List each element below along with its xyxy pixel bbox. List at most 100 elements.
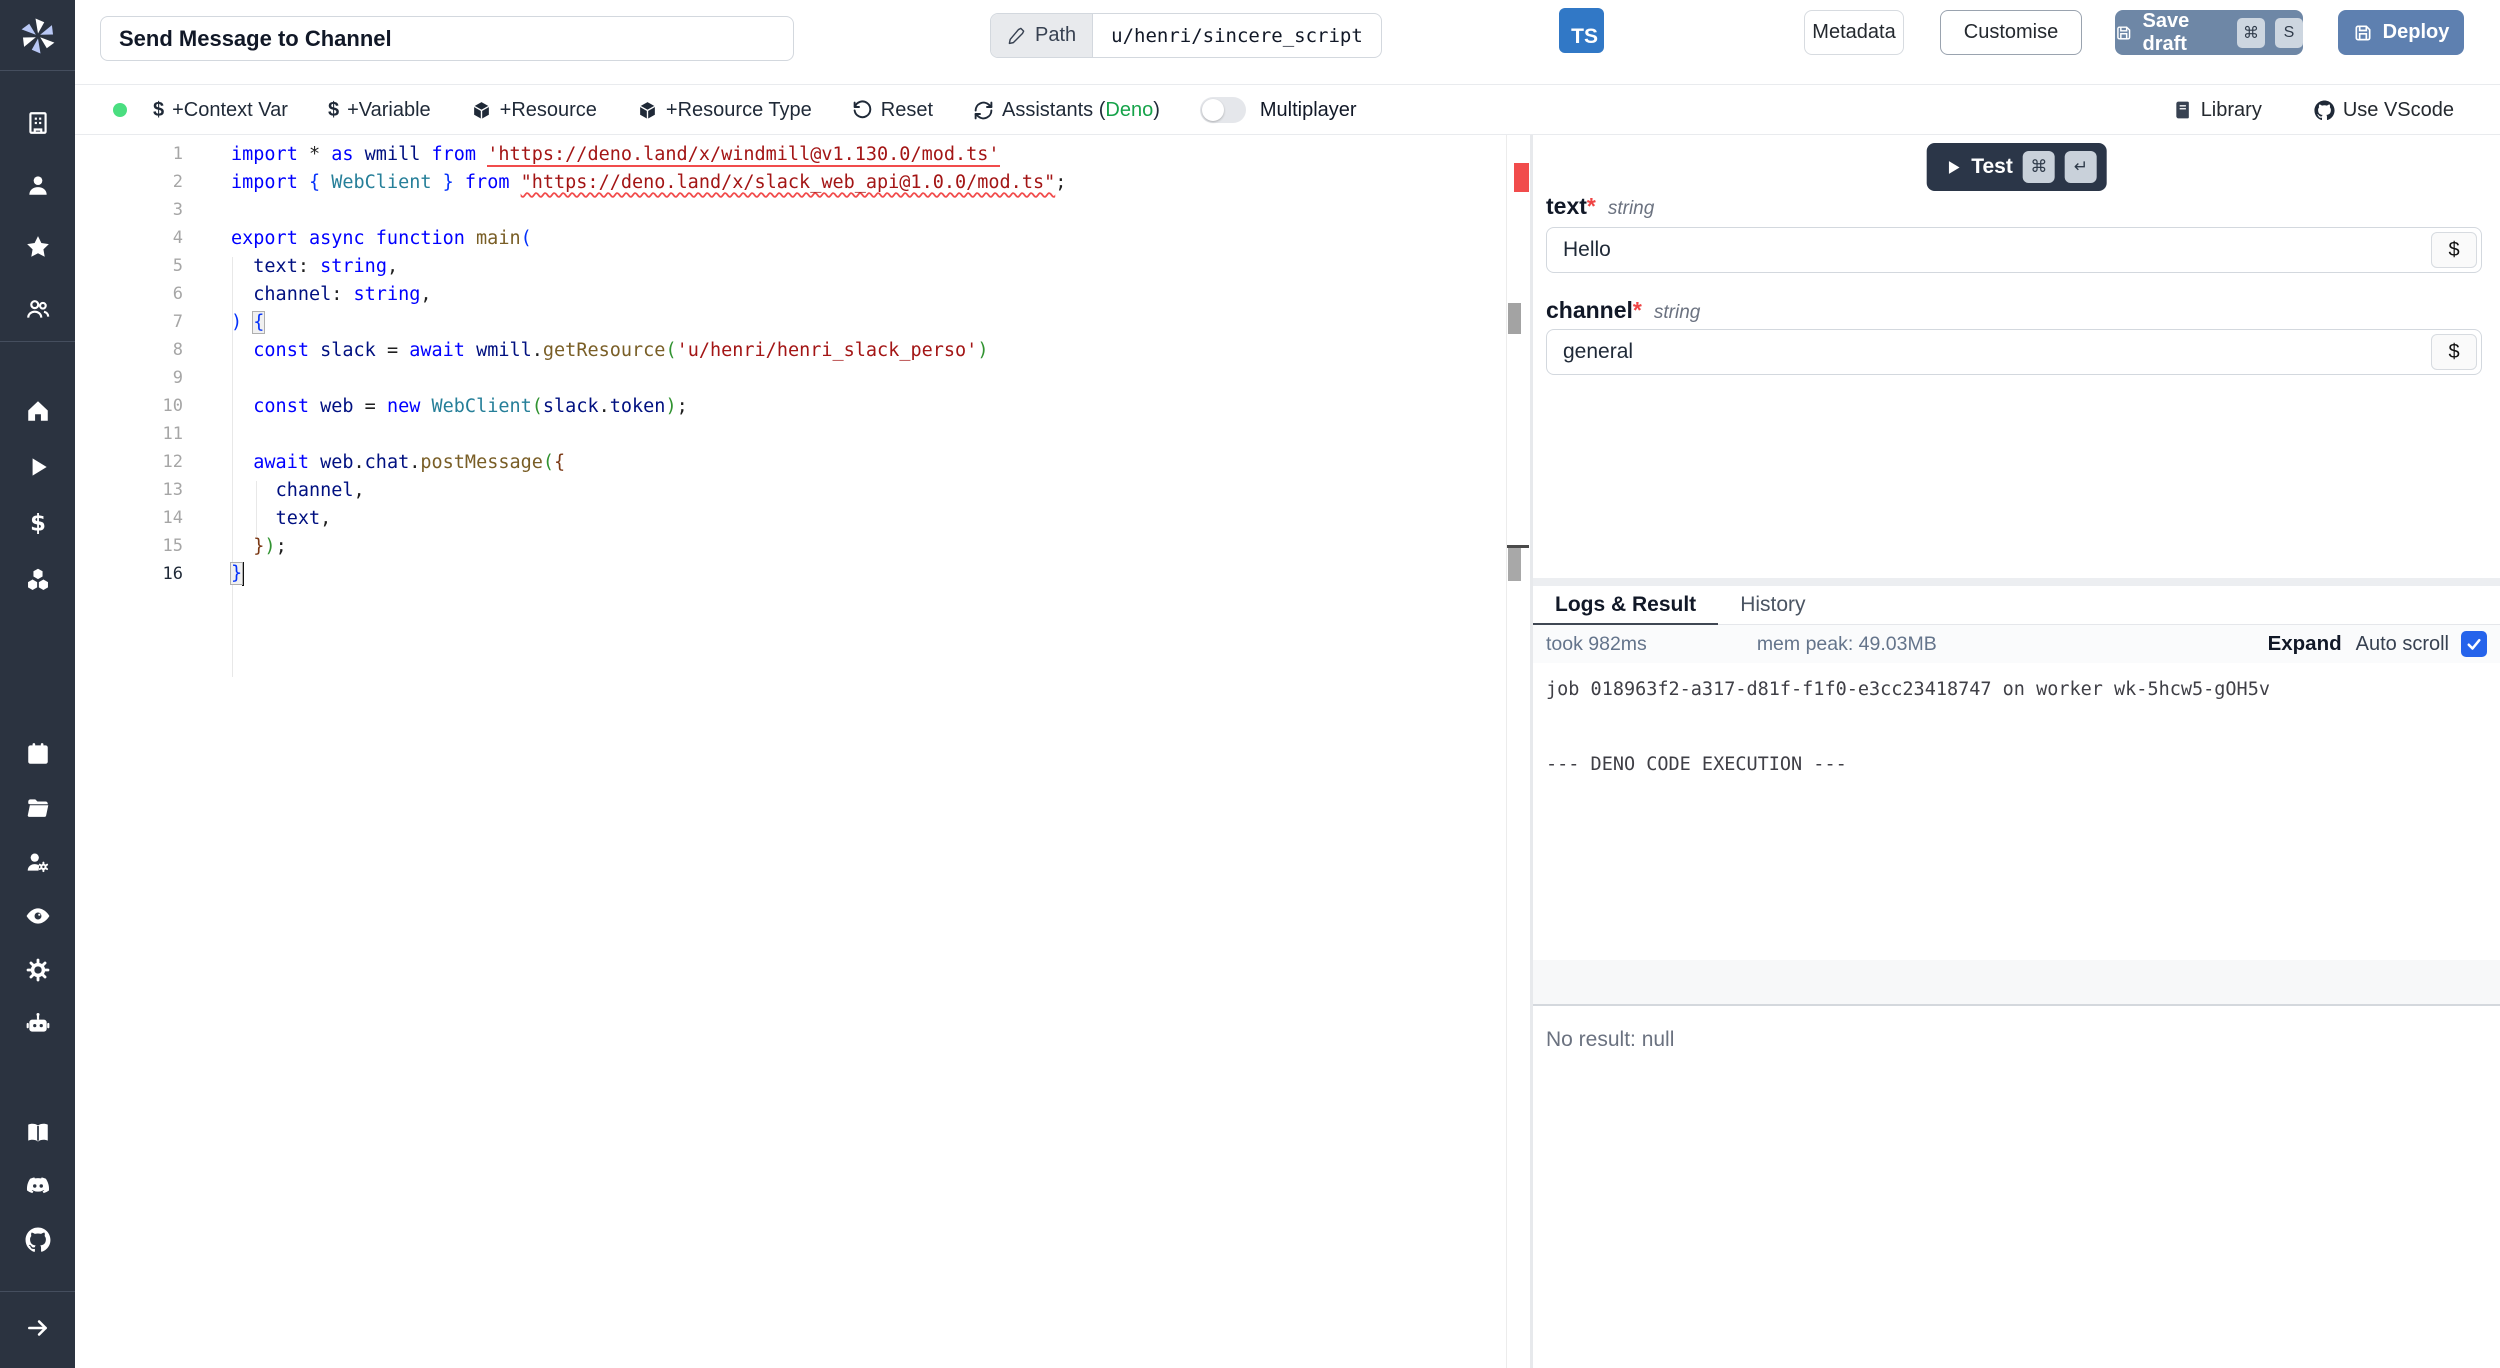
sidebar-item-building[interactable] (24, 109, 52, 137)
use-vscode-button[interactable]: Use VScode (2314, 99, 2454, 122)
code-line[interactable]: 11 (75, 420, 1506, 448)
code-line[interactable]: 12 await web.chat.postMessage({ (75, 448, 1506, 476)
code-line[interactable]: 14 text, (75, 504, 1506, 532)
sidebar-item-dollar[interactable]: $ (24, 509, 52, 537)
sidebar-item-calendar[interactable] (24, 740, 52, 768)
pencil-icon (1008, 27, 1025, 45)
sidebar-item-bot[interactable] (24, 1010, 52, 1038)
sidebar-admin-group (0, 740, 75, 1064)
sidebar-item-book[interactable] (24, 1118, 52, 1146)
code-line[interactable]: 16} (75, 560, 1506, 588)
rotate-ccw-icon (853, 100, 871, 118)
code-line[interactable]: 8 const slack = await wmill.getResource(… (75, 336, 1506, 364)
add-resource-type-button[interactable]: +Resource Type (637, 99, 812, 122)
dollar-icon: $ (153, 98, 165, 121)
code-line[interactable]: 4 export async function main( (75, 224, 1506, 252)
sidebar-divider (0, 1291, 75, 1292)
channel-arg-input[interactable] (1546, 329, 2482, 375)
code-line[interactable]: 9 (75, 364, 1506, 392)
code-line[interactable]: 5 text: string, (75, 252, 1506, 280)
typescript-badge: TS (1559, 8, 1604, 53)
path-widget[interactable]: Path u/henri/sincere_script (990, 13, 1382, 58)
sidebar-item-users[interactable] (24, 295, 52, 323)
code-line[interactable]: 6 channel: string, (75, 280, 1506, 308)
result-divider (1533, 1004, 2500, 1006)
eye-icon (26, 908, 49, 924)
kbd-s: S (2275, 17, 2303, 48)
sidebar-item-star[interactable] (24, 233, 52, 261)
users-icon (26, 300, 49, 318)
sidebar-item-play[interactable] (24, 453, 52, 481)
reset-button[interactable]: Reset (852, 99, 933, 122)
code-editor[interactable]: 1 import * as wmill from 'https://deno.la… (75, 135, 1506, 1368)
text-arg-input[interactable] (1546, 227, 2482, 273)
test-button[interactable]: Test ⌘ ↵ (1926, 143, 2107, 191)
customise-button[interactable]: Customise (1940, 10, 2082, 55)
code-line[interactable]: 13 channel, (75, 476, 1506, 504)
building-icon (28, 112, 47, 134)
save-icon (2355, 25, 2371, 40)
metadata-button[interactable]: Metadata (1804, 10, 1904, 55)
log-footer-strip (1533, 960, 2500, 1004)
github-icon (2314, 99, 2335, 120)
code-line[interactable]: 7) { (75, 308, 1506, 336)
multiplayer-toggle[interactable] (1199, 97, 1246, 123)
log-output[interactable]: job 018963f2-a317-d81f-f1f0-e3cc23418747… (1533, 663, 2500, 795)
save-draft-button[interactable]: Save draft ⌘ S (2115, 10, 2303, 55)
windmill-script-editor: $ Path u/henri/sincere_script TS M (0, 0, 2500, 1368)
tab-history[interactable]: History (1718, 586, 1827, 624)
test-args-panel: Test ⌘ ↵ text* string $ channel* string … (1533, 135, 2500, 578)
tab-logs-result[interactable]: Logs & Result (1533, 586, 1719, 626)
sidebar-item-eye[interactable] (24, 902, 52, 930)
sidebar-item-github[interactable] (24, 1226, 52, 1254)
windmill-logo-icon[interactable] (0, 8, 75, 64)
add-context-var-button[interactable]: $ +Context Var (153, 99, 288, 122)
expand-button[interactable]: Expand (2268, 632, 2342, 656)
insert-variable-button[interactable]: $ (2431, 334, 2477, 370)
sidebar-workspace-group (0, 109, 75, 357)
code-line[interactable]: 3 (75, 196, 1506, 224)
deploy-button[interactable]: Deploy (2338, 10, 2464, 55)
sidebar-item-usercog[interactable] (24, 848, 52, 876)
user-icon (28, 176, 47, 195)
editor-overview-ruler[interactable] (1506, 135, 1530, 1368)
svg-text:$: $ (30, 511, 46, 536)
kbd-cmd: ⌘ (2022, 151, 2055, 183)
home-icon (27, 401, 48, 421)
dollar-icon: $ (327, 98, 340, 121)
package-icon (639, 101, 656, 119)
sidebar-item-folder[interactable] (24, 794, 52, 822)
add-variable-button[interactable]: $ +Variable (328, 99, 431, 122)
scroll-marker (1508, 303, 1521, 334)
results-panel: Logs & Result History took 982ms mem pea… (1533, 586, 2500, 1368)
sidebar-item-boxes[interactable] (24, 565, 52, 593)
sidebar-item-discord[interactable] (24, 1172, 52, 1200)
assistants-button[interactable]: Assistants (Deno) (973, 99, 1160, 122)
insert-variable-button[interactable]: $ (2431, 232, 2477, 268)
autoscroll-checkbox[interactable] (2461, 631, 2487, 657)
code-line[interactable]: 10 const web = new WebClient(slack.token… (75, 392, 1506, 420)
sidebar-item-user[interactable] (24, 171, 52, 199)
gear-icon (26, 958, 49, 982)
code-line[interactable]: 2 import { WebClient } from "https://deno… (75, 168, 1506, 196)
run-duration: took 982ms (1546, 632, 1647, 655)
sidebar-item-home[interactable] (24, 397, 52, 425)
code-line[interactable]: 1 import * as wmill from 'https://deno.la… (75, 140, 1506, 168)
discord-icon (26, 1177, 49, 1194)
bot-icon (26, 1012, 49, 1032)
sidebar-item-gear[interactable] (24, 956, 52, 984)
code-line[interactable]: 15 }); (75, 532, 1506, 560)
sidebar-expand-button[interactable] (0, 1314, 75, 1342)
library-button[interactable]: Library (2173, 99, 2262, 122)
sidebar-links-group (0, 1118, 75, 1280)
path-edit-button[interactable]: Path (991, 14, 1094, 57)
star-icon (26, 236, 49, 257)
dollar-icon: $ (30, 511, 46, 536)
multiplayer-label: Multiplayer (1259, 98, 1357, 121)
sidebar-divider (0, 70, 75, 71)
mem-peak: mem peak: 49.03MB (1756, 632, 1937, 655)
panel-splitter-horizontal[interactable] (1533, 578, 2500, 586)
script-title-input[interactable] (100, 16, 794, 61)
add-resource-button[interactable]: +Resource (471, 99, 597, 122)
